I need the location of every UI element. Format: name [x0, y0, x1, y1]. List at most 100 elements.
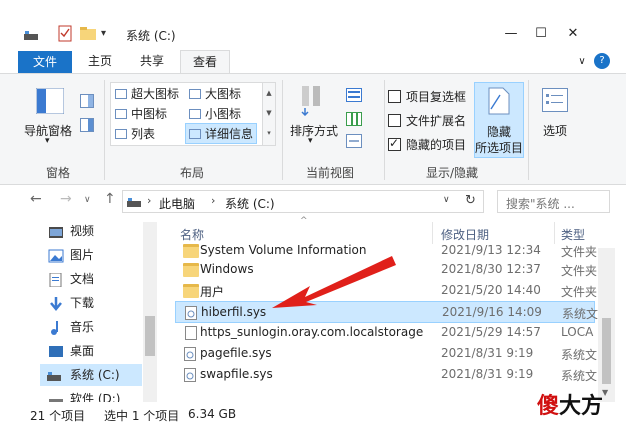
refresh-icon[interactable]: ↻	[465, 193, 476, 208]
close-button[interactable]: ✕	[550, 20, 596, 48]
nav-item-label: 下载	[70, 296, 95, 310]
m-icons-label: 中图标	[131, 107, 168, 121]
video-icon	[48, 224, 64, 238]
file-type: 文件夹	[561, 264, 598, 278]
list-item[interactable]: Windows 2021/8/30 12:37 文件夹	[175, 259, 598, 281]
up-icon[interactable]: ↑	[104, 191, 116, 207]
group-by-icon[interactable]	[346, 88, 362, 105]
ribbon-collapse-icon[interactable]: ∨	[574, 50, 590, 73]
forward-icon[interactable]: →	[60, 191, 72, 207]
sort-by-icon[interactable]	[300, 84, 324, 119]
sort-by-dropdown-icon[interactable]: ▾	[308, 136, 313, 146]
navigation-pane: 视频 图片 文档 下载 音乐 桌面 系统 (C:) 软件 (D:)	[0, 216, 160, 406]
nav-item-label: 系统 (C:)	[70, 368, 120, 382]
preview-pane-icon[interactable]	[80, 94, 94, 111]
tab-home[interactable]: 主页	[82, 50, 118, 73]
divider	[282, 80, 283, 180]
documents-icon	[48, 272, 64, 288]
file-date: 2021/8/31 9:19	[441, 367, 534, 381]
breadcrumb-drive-c[interactable]: 系统 (C:)	[225, 195, 275, 212]
quick-access-dropdown-icon[interactable]: ▾	[101, 28, 106, 39]
help-icon[interactable]: ?	[594, 53, 610, 69]
options-button[interactable]: 选项	[543, 122, 567, 139]
layout-details[interactable]: 详细信息	[185, 123, 258, 144]
divider	[104, 80, 105, 180]
folder-icon	[183, 244, 199, 258]
nav-pane-scroll-thumb[interactable]	[145, 316, 155, 356]
layout-l-icons[interactable]: 大图标	[189, 85, 241, 102]
file-list-scroll-thumb[interactable]	[602, 318, 611, 384]
sort-by-button[interactable]: 排序方式	[290, 122, 338, 139]
l-icons-label: 大图标	[205, 87, 242, 101]
hidden-items-checkbox[interactable]	[388, 136, 401, 151]
drive-icon	[46, 368, 62, 382]
file-date: 2021/9/13 12:34	[441, 243, 541, 257]
back-icon[interactable]: ←	[30, 191, 42, 207]
file-name: System Volume Information	[200, 243, 367, 257]
layout-m-icons[interactable]: 中图标	[115, 105, 167, 122]
watermark-char-2: 大方	[559, 393, 604, 419]
watermark-char-1: 傻	[537, 393, 560, 419]
file-icon	[185, 326, 197, 340]
navigation-bar: ← → ∨ ↑ › 此电脑 › 系统 (C:) ∨ ↻ 搜索"系统 ...	[0, 186, 626, 216]
m-icons-icon	[115, 109, 127, 119]
download-icon	[48, 296, 64, 311]
list-item[interactable]: pagefile.sys 2021/8/31 9:19 系统文	[175, 343, 597, 365]
details-pane-icon[interactable]	[80, 118, 94, 135]
search-input[interactable]: 搜索"系统 ...	[506, 195, 575, 212]
address-dropdown-icon[interactable]: ∨	[443, 195, 450, 205]
nav-item-label: 桌面	[70, 344, 95, 358]
breadcrumb-separator-icon[interactable]: ›	[147, 194, 151, 207]
sort-ascending-icon: ^	[300, 216, 308, 226]
breadcrumb-separator-icon[interactable]: ›	[211, 194, 215, 207]
fit-columns-icon[interactable]	[346, 134, 362, 151]
hidden-items-label: 隐藏的项目	[406, 138, 467, 152]
selection-size: 6.34 GB	[188, 407, 237, 421]
tab-view[interactable]: 查看	[180, 50, 230, 74]
item-checkboxes-checkbox[interactable]	[388, 90, 401, 103]
nav-pane-scrollbar[interactable]	[143, 222, 157, 402]
file-extensions-label: 文件扩展名	[406, 114, 467, 128]
list-item[interactable]: https_sunlogin.oray.com.localstorage 202…	[175, 322, 595, 344]
file-type: 系统文	[561, 369, 598, 383]
layout-gallery-scroll[interactable]: ▲ ▼ ▾	[262, 83, 275, 145]
drive-icon	[24, 30, 38, 40]
breadcrumb-this-pc[interactable]: 此电脑	[159, 195, 195, 212]
tab-share[interactable]: 共享	[134, 50, 170, 73]
layout-s-icons[interactable]: 小图标	[189, 105, 241, 122]
list-icon	[115, 129, 127, 139]
group-label-panes: 窗格	[46, 166, 71, 180]
new-folder-icon[interactable]	[80, 26, 96, 43]
tab-file[interactable]: 文件	[18, 51, 72, 73]
options-icon[interactable]	[542, 88, 568, 115]
file-name: Windows	[200, 262, 254, 276]
add-columns-icon[interactable]	[346, 112, 362, 129]
system-file-icon	[184, 368, 196, 382]
file-name: 用户	[200, 285, 225, 299]
file-date: 2021/9/16 14:09	[442, 305, 542, 319]
file-extensions-checkbox[interactable]	[388, 114, 401, 127]
ribbon-view: 导航窗格 ▾ 窗格 超大图标 大图标 中图标 小图标 列表 详细信息 ▲ ▼ ▾ 布…	[0, 73, 626, 185]
list-item-selected[interactable]: hiberfil.sys 2021/9/16 14:09 系统文	[175, 301, 598, 323]
navigation-pane-dropdown-icon[interactable]: ▾	[45, 136, 50, 146]
address-bar[interactable]: › 此电脑 › 系统 (C:) ∨ ↻	[122, 190, 484, 213]
nav-item-drive-c[interactable]: 系统 (C:)	[40, 364, 142, 386]
file-name: hiberfil.sys	[201, 305, 267, 319]
properties-icon[interactable]	[58, 25, 72, 45]
search-box[interactable]: 搜索"系统 ...	[497, 190, 610, 213]
window-title: 系统 (C:)	[126, 29, 176, 43]
group-label-layout: 布局	[180, 166, 205, 180]
hide-selected-label-2: 所选项目	[475, 141, 524, 155]
layout-xl-icons[interactable]: 超大图标	[115, 85, 179, 102]
l-icons-icon	[189, 89, 201, 99]
folder-icon	[183, 284, 199, 298]
layout-list[interactable]: 列表	[115, 125, 155, 142]
navigation-pane-icon[interactable]	[35, 87, 65, 117]
status-bar: 21 个项目 选中 1 个项目 6.34 GB	[0, 402, 626, 441]
recent-dropdown-icon[interactable]: ∨	[84, 195, 91, 205]
list-item[interactable]: 用户 2021/5/20 14:40 文件夹	[175, 280, 597, 302]
hide-selected-button[interactable]: 隐藏 所选项目	[474, 82, 524, 158]
file-name: https_sunlogin.oray.com.localstorage	[200, 325, 424, 339]
list-item[interactable]: swapfile.sys 2021/8/31 9:19 系统文	[175, 364, 598, 386]
file-date: 2021/5/29 14:57	[441, 325, 541, 339]
